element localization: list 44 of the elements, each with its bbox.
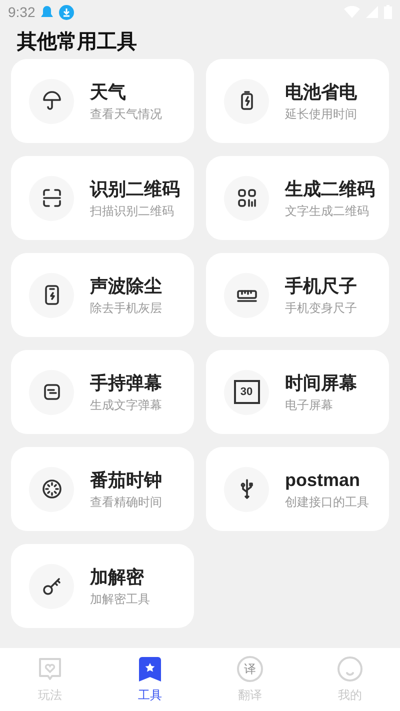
smiley-icon [337, 656, 363, 682]
download-icon [59, 4, 74, 20]
page-title: 其他常用工具 [17, 30, 137, 54]
tool-card[interactable]: 手机尺子 手机变身尺子 [206, 253, 389, 337]
tool-title: 识别二维码 [90, 178, 180, 201]
tool-card[interactable]: 番茄时钟 查看精确时间 [11, 447, 194, 531]
tool-title: 时间屏幕 [285, 372, 357, 395]
notification-icon [41, 5, 54, 19]
tool-title: 声波除尘 [90, 275, 162, 298]
tool-title: postman [285, 469, 362, 492]
tool-card[interactable]: 天气 查看天气情况 [11, 59, 194, 143]
tool-description: 手机变身尺子 [285, 300, 357, 316]
chat-heart-icon [37, 656, 63, 682]
tool-card[interactable]: postman 创建接口的工具 [206, 447, 389, 531]
status-time: 9:32 [8, 2, 36, 22]
star-bookmark-icon [137, 656, 163, 682]
tool-description: 创建接口的工具 [285, 494, 369, 510]
tool-card[interactable]: 30 时间屏幕 电子屏幕 [206, 350, 389, 434]
tool-description: 扫描识别二维码 [90, 203, 175, 219]
tool-title: 加解密 [90, 566, 145, 589]
tool-title: 手机尺子 [285, 275, 357, 298]
tool-description: 电子屏幕 [285, 397, 334, 413]
tool-card[interactable]: 生成二维码 文字生成二维码 [206, 156, 389, 240]
tool-card[interactable]: 加解密 加解密工具 [11, 544, 194, 628]
tool-card[interactable]: 电池省电 延长使用时间 [206, 59, 389, 143]
tool-title: 电池省电 [285, 81, 357, 104]
tool-description: 生成文字弹幕 [90, 397, 162, 413]
nav-tab[interactable]: 工具 [100, 648, 200, 711]
tool-description: 除去手机灰层 [90, 300, 162, 316]
tool-title: 手持弹幕 [90, 372, 162, 395]
tool-card[interactable]: 手持弹幕 生成文字弹幕 [11, 350, 194, 434]
tool-description: 文字生成二维码 [285, 203, 370, 219]
tool-title: 番茄时钟 [90, 469, 162, 492]
tool-description: 加解密工具 [90, 591, 150, 607]
calendar-icon: 30 [234, 380, 260, 404]
tool-description: 查看精确时间 [90, 494, 162, 510]
tool-card[interactable]: 声波除尘 除去手机灰层 [11, 253, 194, 337]
timer-icon [40, 477, 64, 501]
tool-card[interactable]: 识别二维码 扫描识别二维码 [11, 156, 194, 240]
tool-title: 生成二维码 [285, 178, 375, 201]
tool-description: 查看天气情况 [90, 106, 162, 122]
translate-icon: 译 [237, 656, 263, 682]
tool-description: 延长使用时间 [285, 106, 357, 122]
tool-title: 天气 [90, 81, 127, 104]
